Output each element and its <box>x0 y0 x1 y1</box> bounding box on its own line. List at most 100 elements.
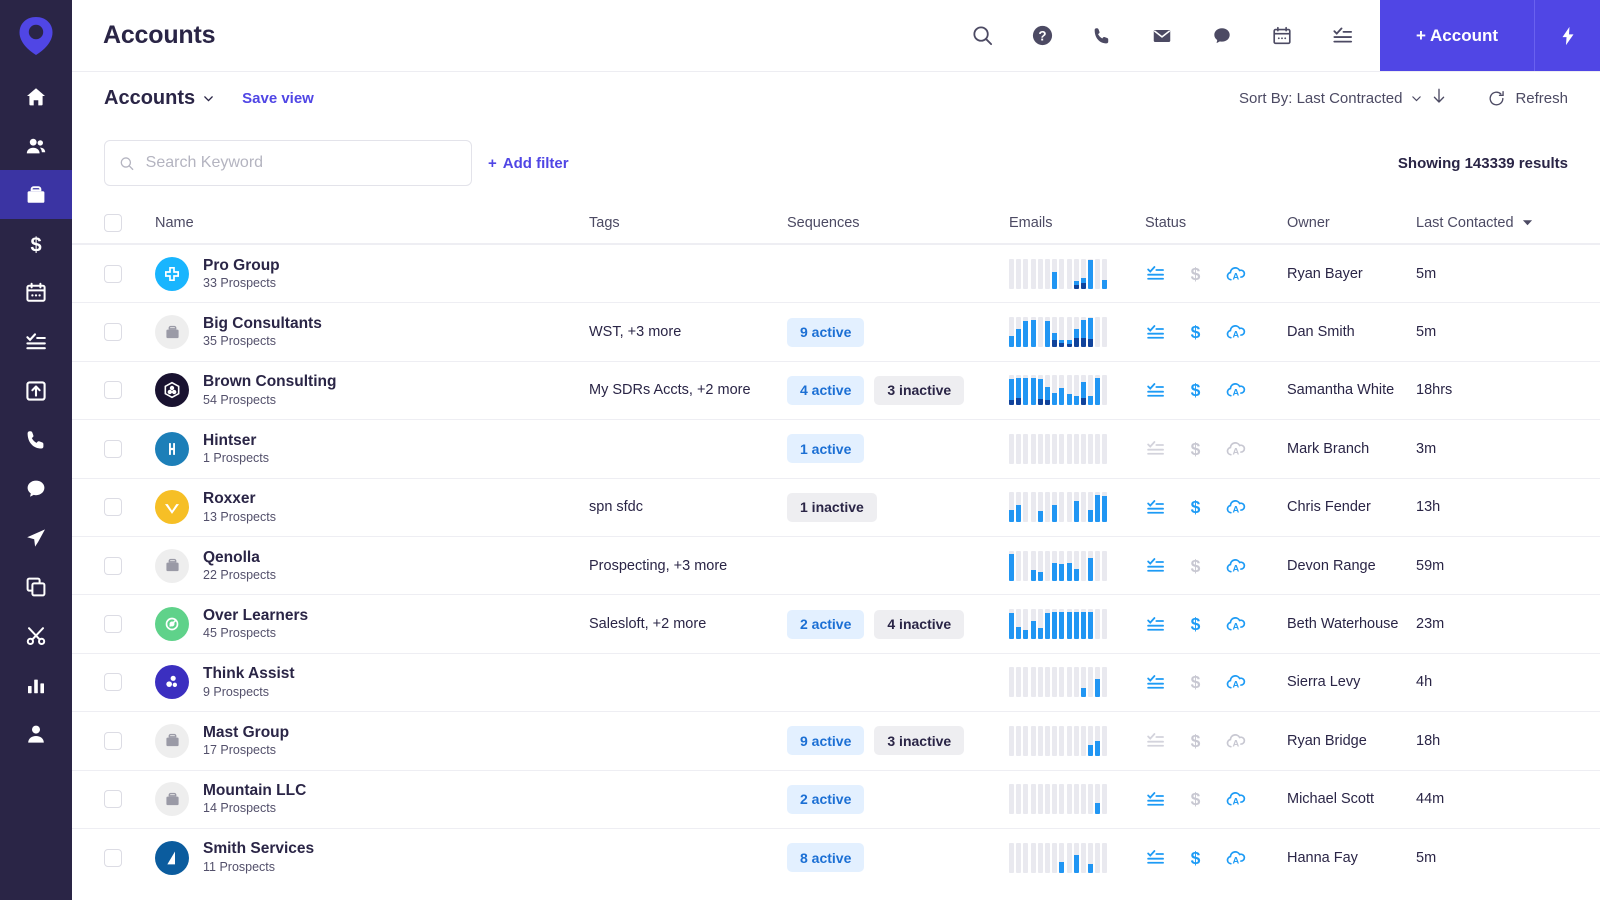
sidebar-item-imports[interactable] <box>0 366 72 415</box>
sequence-pill-inactive[interactable]: 4 inactive <box>874 609 965 639</box>
table-row[interactable]: Mountain LLC 14 Prospects 2 active $ A Michae… <box>72 769 1600 828</box>
account-name[interactable]: Qenolla <box>203 548 276 567</box>
status-tasks-icon[interactable] <box>1145 555 1166 576</box>
view-selector[interactable]: Accounts <box>104 87 215 110</box>
row-checkbox[interactable] <box>104 264 155 283</box>
chat-icon[interactable] <box>1192 0 1252 72</box>
status-dollar-icon[interactable]: $ <box>1185 438 1206 460</box>
save-view-link[interactable]: Save view <box>242 90 314 107</box>
account-name[interactable]: Mountain LLC <box>203 781 306 800</box>
sidebar-item-sends[interactable] <box>0 513 72 562</box>
sequence-pill-active[interactable]: 8 active <box>787 843 865 873</box>
sidebar-item-home[interactable] <box>0 72 72 121</box>
status-dollar-icon[interactable]: $ <box>1185 788 1206 810</box>
cell-name[interactable]: Mountain LLC 14 Prospects <box>155 781 589 817</box>
status-crm-icon[interactable]: A <box>1225 438 1248 460</box>
column-header-emails[interactable]: Emails <box>1009 214 1145 232</box>
sidebar-item-accounts[interactable] <box>0 170 72 219</box>
status-dollar-icon[interactable]: $ <box>1185 496 1206 518</box>
add-account-button[interactable]: + Account <box>1380 0 1535 71</box>
table-row[interactable]: Big Consultants 35 Prospects WST, +3 more 9… <box>72 302 1600 360</box>
status-tasks-icon[interactable] <box>1145 789 1166 810</box>
cell-name[interactable]: Pro Group 33 Prospects <box>155 256 589 292</box>
cell-name[interactable]: Think Assist 9 Prospects <box>155 664 589 700</box>
row-checkbox[interactable] <box>104 439 155 458</box>
sidebar-item-calendar[interactable] <box>0 268 72 317</box>
cell-name[interactable]: Mast Group 17 Prospects <box>155 723 589 759</box>
sidebar-item-people[interactable] <box>0 121 72 170</box>
row-checkbox[interactable] <box>104 498 155 517</box>
tasklist-icon[interactable] <box>1312 0 1372 72</box>
status-crm-icon[interactable]: A <box>1225 555 1248 577</box>
table-row[interactable]: Brown Consulting 54 Prospects My SDRs Acct… <box>72 360 1600 419</box>
status-dollar-icon[interactable]: $ <box>1185 379 1206 401</box>
sequence-pill-active[interactable]: 2 active <box>787 609 865 639</box>
sort-by-selector[interactable]: Sort By: Last Contracted <box>1239 90 1423 107</box>
status-dollar-icon[interactable]: $ <box>1185 613 1206 635</box>
row-checkbox[interactable] <box>104 673 155 692</box>
account-name[interactable]: Big Consultants <box>203 314 322 333</box>
status-dollar-icon[interactable]: $ <box>1185 321 1206 343</box>
row-checkbox[interactable] <box>104 615 155 634</box>
account-name[interactable]: Think Assist <box>203 664 295 683</box>
status-crm-icon[interactable]: A <box>1225 321 1248 343</box>
column-header-status[interactable]: Status <box>1145 215 1287 231</box>
cell-name[interactable]: Hintser 1 Prospects <box>155 431 589 467</box>
table-row[interactable]: Pro Group 33 Prospects $ A Ryan Bayer 5m <box>72 244 1600 302</box>
sidebar-item-deals[interactable]: $ <box>0 219 72 268</box>
status-dollar-icon[interactable]: $ <box>1185 671 1206 693</box>
sequence-pill-inactive[interactable]: 3 inactive <box>874 375 965 405</box>
status-crm-icon[interactable]: A <box>1225 671 1248 693</box>
status-crm-icon[interactable]: A <box>1225 379 1248 401</box>
select-all-checkbox[interactable] <box>104 213 155 232</box>
sidebar-item-calls[interactable] <box>0 415 72 464</box>
status-tasks-icon[interactable] <box>1145 380 1166 401</box>
sequence-pill-active[interactable]: 1 active <box>787 434 865 464</box>
table-row[interactable]: Smith Services 11 Prospects 8 active $ A Hann… <box>72 827 1600 886</box>
column-header-last[interactable]: Last Contacted <box>1416 215 1600 231</box>
mail-icon[interactable] <box>1132 0 1192 72</box>
account-name[interactable]: Hintser <box>203 431 269 450</box>
row-checkbox[interactable] <box>104 381 155 400</box>
search-icon[interactable] <box>952 0 1012 72</box>
status-crm-icon[interactable]: A <box>1225 263 1248 285</box>
app-logo[interactable] <box>0 0 72 72</box>
table-row[interactable]: Over Learners 45 Prospects Salesloft, +2 m… <box>72 594 1600 652</box>
row-checkbox[interactable] <box>104 848 155 867</box>
status-dollar-icon[interactable]: $ <box>1185 847 1206 869</box>
row-checkbox[interactable] <box>104 790 155 809</box>
status-tasks-icon[interactable] <box>1145 614 1166 635</box>
cell-name[interactable]: Qenolla 22 Prospects <box>155 548 589 584</box>
calendar-icon[interactable] <box>1252 0 1312 72</box>
row-checkbox[interactable] <box>104 731 155 750</box>
cell-name[interactable]: Brown Consulting 54 Prospects <box>155 372 589 408</box>
status-crm-icon[interactable]: A <box>1225 788 1248 810</box>
sidebar-item-tasks[interactable] <box>0 317 72 366</box>
table-row[interactable]: Hintser 1 Prospects 1 active $ A Mark Branch 3… <box>72 419 1600 477</box>
status-tasks-icon[interactable] <box>1145 847 1166 868</box>
bolt-icon[interactable] <box>1535 0 1600 71</box>
status-dollar-icon[interactable]: $ <box>1185 263 1206 285</box>
column-header-owner[interactable]: Owner <box>1287 214 1416 232</box>
status-tasks-icon[interactable] <box>1145 672 1166 693</box>
phone-icon[interactable] <box>1072 0 1132 72</box>
sidebar-item-messages[interactable] <box>0 464 72 513</box>
status-crm-icon[interactable]: A <box>1225 613 1248 635</box>
sidebar-item-snippets[interactable] <box>0 611 72 660</box>
account-name[interactable]: Over Learners <box>203 606 308 625</box>
account-name[interactable]: Pro Group <box>203 256 280 275</box>
status-tasks-icon[interactable] <box>1145 730 1166 751</box>
account-name[interactable]: Smith Services <box>203 839 314 858</box>
cell-name[interactable]: Big Consultants 35 Prospects <box>155 314 589 350</box>
search-input[interactable] <box>145 154 457 172</box>
sequence-pill-active[interactable]: 9 active <box>787 726 865 756</box>
status-tasks-icon[interactable] <box>1145 438 1166 459</box>
sidebar-item-analytics[interactable] <box>0 660 72 709</box>
cell-name[interactable]: Over Learners 45 Prospects <box>155 606 589 642</box>
status-tasks-icon[interactable] <box>1145 263 1166 284</box>
cell-name[interactable]: Roxxer 13 Prospects <box>155 489 589 525</box>
status-crm-icon[interactable]: A <box>1225 496 1248 518</box>
table-row[interactable]: Qenolla 22 Prospects Prospecting, +3 more $… <box>72 535 1600 594</box>
sidebar-item-profile[interactable] <box>0 709 72 758</box>
sidebar-item-templates[interactable] <box>0 562 72 611</box>
